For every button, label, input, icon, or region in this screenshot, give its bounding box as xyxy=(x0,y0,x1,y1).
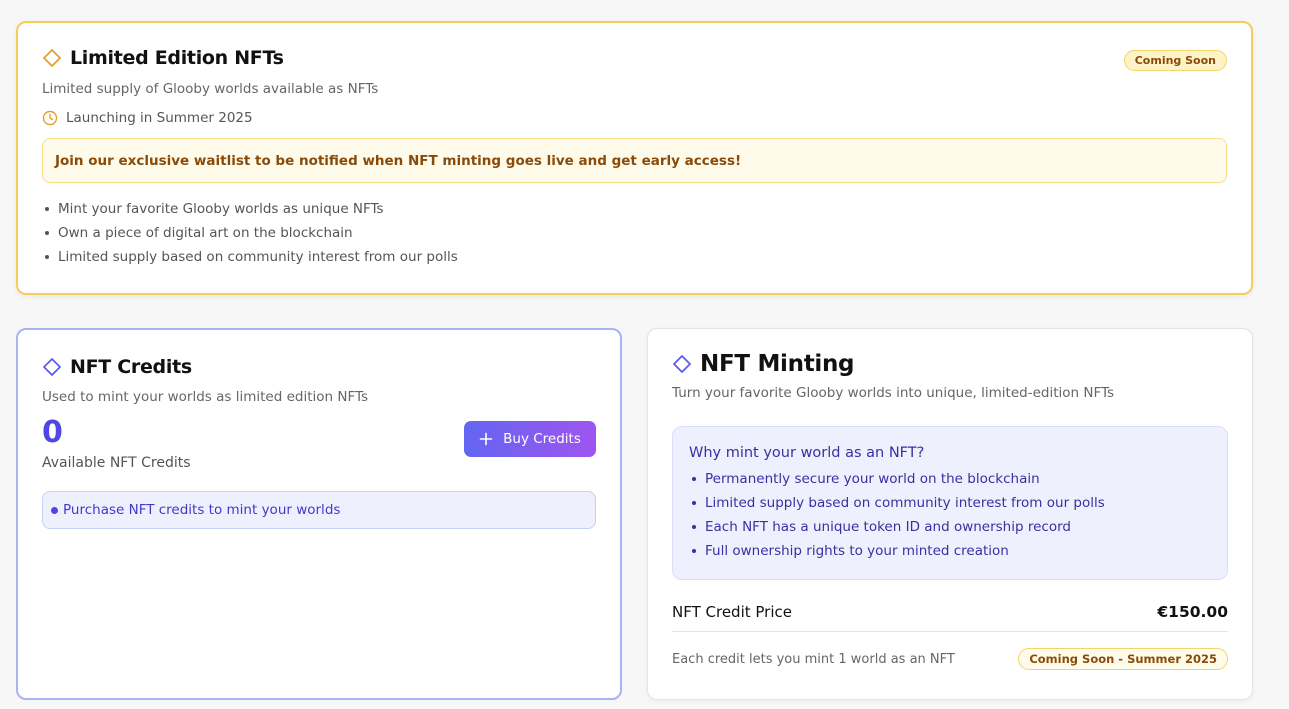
credits-title-row: NFT Credits xyxy=(42,356,596,378)
minting-title-row: NFT Minting xyxy=(672,351,1228,377)
list-item: Own a piece of digital art on the blockc… xyxy=(45,221,1227,245)
diamond-icon xyxy=(673,355,691,373)
limited-edition-card: Limited Edition NFTs Coming Soon Limited… xyxy=(16,21,1253,295)
list-item: Limited supply based on community intere… xyxy=(45,245,1227,269)
list-item: Limited supply based on community intere… xyxy=(692,491,1211,515)
launch-text: Launching in Summer 2025 xyxy=(66,110,253,126)
why-mint-title: Why mint your world as an NFT? xyxy=(689,445,925,461)
minting-subtitle: Turn your favorite Glooby worlds into un… xyxy=(672,385,1115,401)
list-item: Mint your favorite Glooby worlds as uniq… xyxy=(45,197,1227,221)
limited-feature-list: Mint your favorite Glooby worlds as uniq… xyxy=(42,197,1227,269)
price-label: NFT Credit Price xyxy=(672,603,792,621)
nft-credits-card: NFT Credits Used to mint your worlds as … xyxy=(16,328,622,700)
list-item: Full ownership rights to your minted cre… xyxy=(692,539,1211,563)
diamond-icon xyxy=(43,49,61,67)
minting-title: NFT Minting xyxy=(700,351,855,377)
minting-footer: Each credit lets you mint 1 world as an … xyxy=(672,648,1228,670)
list-item: Each NFT has a unique token ID and owner… xyxy=(692,515,1211,539)
bullet-dot-icon xyxy=(51,506,58,514)
credit-count-label: Available NFT Credits xyxy=(42,455,191,471)
launch-info: Launching in Summer 2025 xyxy=(42,110,1227,126)
nft-minting-card: NFT Minting Turn your favorite Glooby wo… xyxy=(647,328,1253,700)
price-row: NFT Credit Price €150.00 xyxy=(672,603,1228,632)
buy-credits-label: Buy Credits xyxy=(503,431,581,447)
limited-subtitle: Limited supply of Glooby worlds availabl… xyxy=(42,81,379,97)
coming-soon-summer-badge: Coming Soon - Summer 2025 xyxy=(1018,648,1228,670)
coming-soon-badge: Coming Soon xyxy=(1123,50,1227,71)
price-value: €150.00 xyxy=(1157,603,1228,621)
credits-subtitle: Used to mint your worlds as limited edit… xyxy=(42,389,369,405)
buy-credits-button[interactable]: Buy Credits xyxy=(464,421,596,457)
credits-title: NFT Credits xyxy=(70,356,192,378)
minting-footer-text: Each credit lets you mint 1 world as an … xyxy=(672,651,955,667)
credits-info-text: Purchase NFT credits to mint your worlds xyxy=(63,502,341,518)
credits-info-note: Purchase NFT credits to mint your worlds xyxy=(42,491,596,529)
why-mint-box: Why mint your world as an NFT? Permanent… xyxy=(672,426,1228,580)
waitlist-banner: Join our exclusive waitlist to be notifi… xyxy=(42,138,1227,183)
plus-icon xyxy=(479,432,493,446)
limited-title-row: Limited Edition NFTs xyxy=(42,47,1227,69)
list-item: Permanently secure your world on the blo… xyxy=(692,467,1211,491)
credits-balance: 0 Available NFT Credits Buy Credits xyxy=(42,415,596,479)
why-mint-list: Permanently secure your world on the blo… xyxy=(689,467,1211,563)
limited-title: Limited Edition NFTs xyxy=(70,47,284,69)
diamond-icon xyxy=(43,358,61,376)
clock-icon xyxy=(42,110,58,126)
